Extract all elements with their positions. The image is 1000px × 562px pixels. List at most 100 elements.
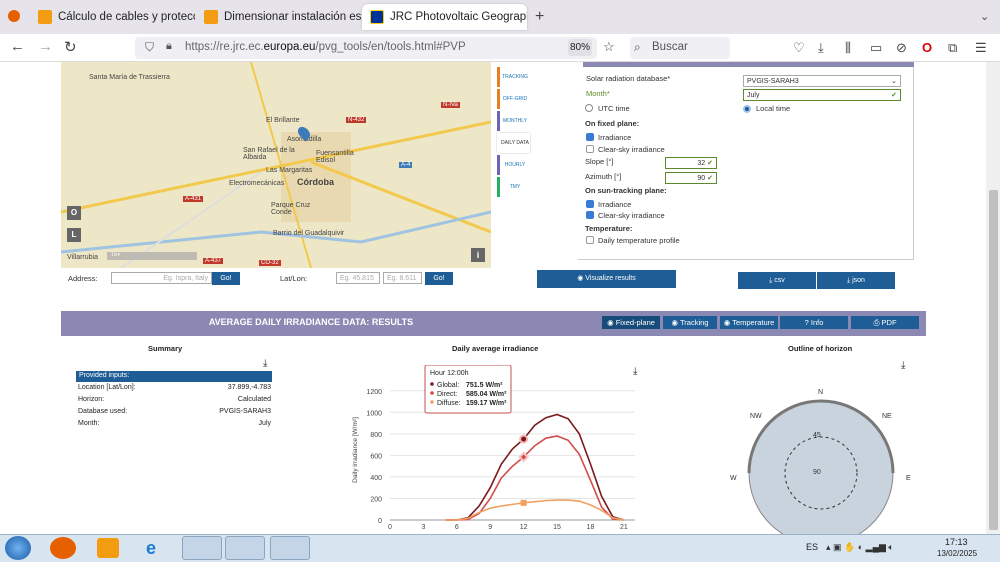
- downloads-icon[interactable]: ⤓: [818, 40, 824, 56]
- tab-monthly-data[interactable]: MONTHLY DATA: [497, 111, 530, 144]
- fixed-irradiance-checkbox[interactable]: [586, 133, 594, 141]
- sidebar-icon[interactable]: ▭: [870, 40, 882, 56]
- explorer-icon[interactable]: [182, 536, 222, 560]
- tooltip-bullet: [430, 391, 434, 395]
- x-tick-label: 18: [587, 524, 595, 531]
- temp-profile-checkbox[interactable]: [586, 236, 594, 244]
- series-point: [520, 499, 527, 506]
- info-button[interactable]: ? Info: [780, 316, 848, 329]
- compass-ne: NE: [882, 413, 892, 420]
- bookmark-star-icon[interactable]: ☆: [603, 39, 615, 55]
- url-text[interactable]: https://re.jrc.ec.europa.eu/pvg_tools/en…: [185, 41, 466, 53]
- track-clear-checkbox[interactable]: [586, 211, 594, 219]
- info-icon[interactable]: i: [471, 248, 485, 262]
- map[interactable]: Santa María de Trassierra El Brillante A…: [61, 62, 491, 268]
- road-badge: A-437: [203, 258, 224, 264]
- tab-0[interactable]: Cálculo de cables y proteccione ✕: [30, 4, 195, 30]
- list-tabs-icon[interactable]: ⌄: [980, 10, 989, 23]
- address-go-button[interactable]: Go!: [212, 272, 240, 285]
- json-button[interactable]: ⤓ json: [817, 272, 895, 289]
- eye-icon: ◉: [607, 318, 616, 327]
- download-icon[interactable]: ⤓: [263, 358, 267, 369]
- slope-label: Slope [°]: [585, 157, 614, 166]
- azimuth-input[interactable]: 90 ✔: [665, 172, 717, 184]
- opera-icon[interactable]: O: [922, 40, 932, 55]
- tooltip-label: Diffuse:: [437, 400, 461, 407]
- new-tab-icon[interactable]: +: [535, 8, 544, 26]
- place-label: San Rafael de la Albaida: [243, 147, 295, 161]
- x-tick-label: 15: [553, 524, 561, 531]
- ie-icon[interactable]: e: [146, 538, 156, 559]
- tab-2[interactable]: JRC Photovoltaic Geographical ✕: [362, 4, 527, 30]
- calculator-icon[interactable]: [225, 536, 265, 560]
- tab-hourly-data[interactable]: HOURLY DATA: [497, 155, 530, 188]
- tab-daily-data[interactable]: DAILY DATA: [497, 133, 530, 153]
- x-tick-label: 6: [455, 524, 459, 531]
- eye-icon: ◉: [671, 318, 680, 327]
- download-icon[interactable]: ⤓: [901, 360, 905, 371]
- address-input[interactable]: Eg. Ispra, Italy: [111, 272, 212, 284]
- lock-icon[interactable]: 🔒︎: [166, 40, 172, 53]
- csv-button[interactable]: ⤓ csv: [738, 272, 816, 289]
- scrollbar-thumb[interactable]: [989, 190, 998, 530]
- x-tick-label: 21: [620, 524, 628, 531]
- firefox-menu-icon[interactable]: [8, 10, 20, 22]
- scale-bar: 1km: [107, 252, 197, 260]
- compass-nw: NW: [750, 413, 762, 420]
- map-toggle-o[interactable]: O: [67, 206, 81, 220]
- tray-icons[interactable]: ▴ ▣ ✋ ◐ ▂▄▆ 🔈︎: [826, 542, 894, 553]
- tooltip-label: Direct:: [437, 391, 457, 398]
- azimuth-label: Azimuth [°]: [585, 172, 622, 181]
- local-label: Local time: [756, 104, 791, 113]
- reload-icon[interactable]: ↻: [64, 38, 77, 56]
- month-select[interactable]: July ✔: [743, 89, 901, 101]
- start-button-icon[interactable]: [5, 536, 31, 560]
- tab-1[interactable]: Dimensionar instalación este or ✕: [196, 4, 361, 30]
- media-player-icon[interactable]: [97, 538, 119, 558]
- firefox-icon[interactable]: [50, 537, 76, 559]
- search-input[interactable]: Buscar: [630, 37, 730, 59]
- temperature-title: Temperature:: [585, 224, 633, 233]
- eu-flag-icon: [370, 10, 384, 24]
- lon-input[interactable]: Eg. 8.611: [383, 272, 422, 284]
- lat-input[interactable]: Eg. 45.815: [336, 272, 380, 284]
- tab-tracking-pv[interactable]: TRACKING PV: [497, 67, 530, 100]
- clock-date[interactable]: 13/02/2025: [937, 549, 977, 558]
- db-select[interactable]: PVGIS-SARAH3 ⌄: [743, 75, 901, 87]
- x-tick-label: 9: [488, 524, 492, 531]
- extensions-icon[interactable]: ⧉: [948, 40, 957, 56]
- menu-icon[interactable]: ☰: [975, 40, 987, 56]
- forward-icon[interactable]: →: [38, 38, 53, 55]
- map-toggle-l[interactable]: L: [67, 228, 81, 242]
- local-radio[interactable]: [743, 105, 751, 113]
- tab-tmy[interactable]: TMY: [497, 177, 530, 197]
- tracking-button[interactable]: ◉ Tracking: [663, 316, 717, 329]
- zoom-level[interactable]: 80%: [568, 39, 592, 56]
- place-label: Santa María de Trassierra: [89, 74, 170, 81]
- fixed-clear-checkbox[interactable]: [586, 145, 594, 153]
- shield-icon[interactable]: ⛉: [145, 40, 154, 55]
- latlon-go-button[interactable]: Go!: [425, 272, 453, 285]
- visualize-button[interactable]: ◉ Visualize results: [537, 270, 676, 288]
- fixed-plane-button[interactable]: ◉ Fixed-plane: [602, 316, 660, 329]
- library-icon[interactable]: ⫼: [845, 40, 851, 56]
- utc-radio[interactable]: [585, 104, 593, 112]
- clock-time[interactable]: 17:13: [945, 537, 968, 547]
- language-indicator[interactable]: ES: [806, 542, 818, 552]
- summary-key: Horizon:: [78, 396, 105, 403]
- tab-off-grid[interactable]: OFF-GRID: [497, 89, 530, 109]
- chart-title: Daily average irradiance: [452, 344, 539, 353]
- fixed-irradiance-label: Irradiance: [598, 133, 632, 142]
- back-icon[interactable]: ←: [10, 38, 25, 55]
- block-icon[interactable]: ⊘: [896, 40, 907, 56]
- photo-viewer-icon[interactable]: [270, 536, 310, 560]
- pdf-button[interactable]: ⎙ PDF: [851, 316, 919, 329]
- chevron-down-icon: ⌄: [891, 78, 897, 85]
- tooltip-label: Global:: [437, 382, 459, 389]
- search-icon: ⌕: [634, 40, 641, 54]
- temperature-button[interactable]: ◉ Temperature: [720, 316, 778, 329]
- slope-input[interactable]: 32 ✔: [665, 157, 717, 169]
- track-irradiance-checkbox[interactable]: [586, 200, 594, 208]
- irradiance-chart[interactable]: 0 200 400 600 800 1000 1200 0 3 6 9 12 15 18 21 Daily i…: [345, 365, 645, 534]
- pocket-icon[interactable]: ♡: [793, 40, 805, 56]
